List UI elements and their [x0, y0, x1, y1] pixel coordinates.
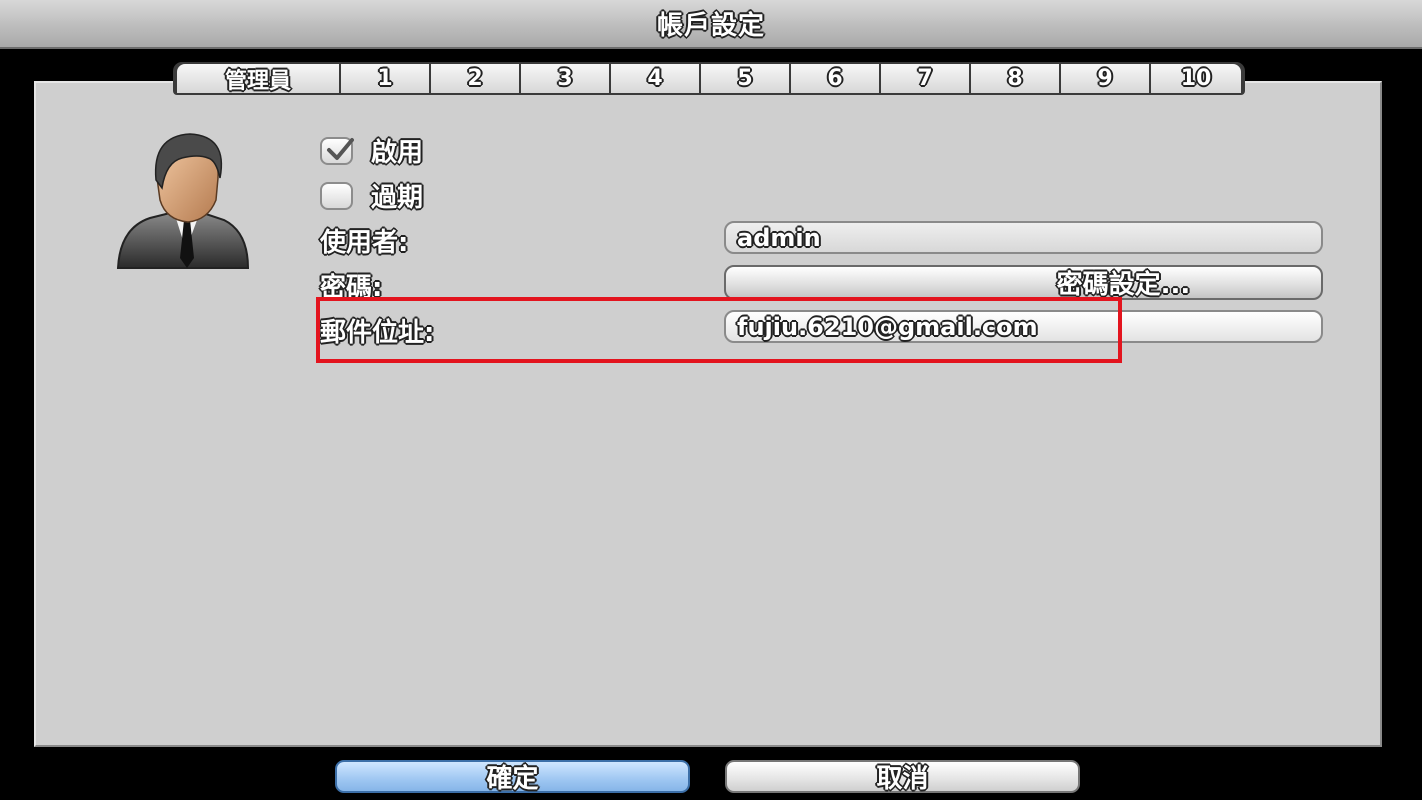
enable-label: 啟用 — [371, 138, 424, 168]
user-avatar-icon — [116, 133, 250, 269]
tab-user-4[interactable]: 4 — [611, 64, 701, 93]
tab-user-7[interactable]: 7 — [881, 64, 971, 93]
tab-user-10[interactable]: 10 — [1151, 64, 1241, 93]
tab-user-6[interactable]: 6 — [791, 64, 881, 93]
tab-user-5[interactable]: 5 — [701, 64, 791, 93]
tab-user-8[interactable]: 8 — [971, 64, 1061, 93]
user-field[interactable]: admin — [724, 221, 1323, 254]
checkmark-icon — [327, 137, 354, 160]
tab-user-9[interactable]: 9 — [1061, 64, 1151, 93]
cancel-button[interactable]: 取消 — [725, 760, 1080, 794]
ok-button[interactable]: 確定 — [335, 760, 690, 794]
enable-row: 啟用 — [320, 132, 423, 169]
enable-checkbox[interactable] — [320, 136, 354, 165]
expire-checkbox[interactable] — [320, 181, 353, 210]
email-highlight-box — [316, 297, 1122, 363]
user-tabs: 管理員 1 2 3 4 5 6 7 8 9 10 — [173, 62, 1245, 95]
tab-user-1[interactable]: 1 — [341, 64, 431, 93]
expire-label: 過期 — [371, 183, 424, 213]
password-setting-button[interactable]: 密碼設定... — [724, 265, 1323, 300]
window-title: 帳戶設定 — [656, 11, 765, 41]
expire-row: 過期 — [320, 177, 423, 214]
tab-user-2[interactable]: 2 — [431, 64, 521, 93]
title-bar: 帳戶設定 — [0, 0, 1422, 49]
tab-admin[interactable]: 管理員 — [177, 64, 341, 94]
tab-user-3[interactable]: 3 — [521, 64, 611, 93]
user-label: 使用者: — [320, 228, 409, 258]
